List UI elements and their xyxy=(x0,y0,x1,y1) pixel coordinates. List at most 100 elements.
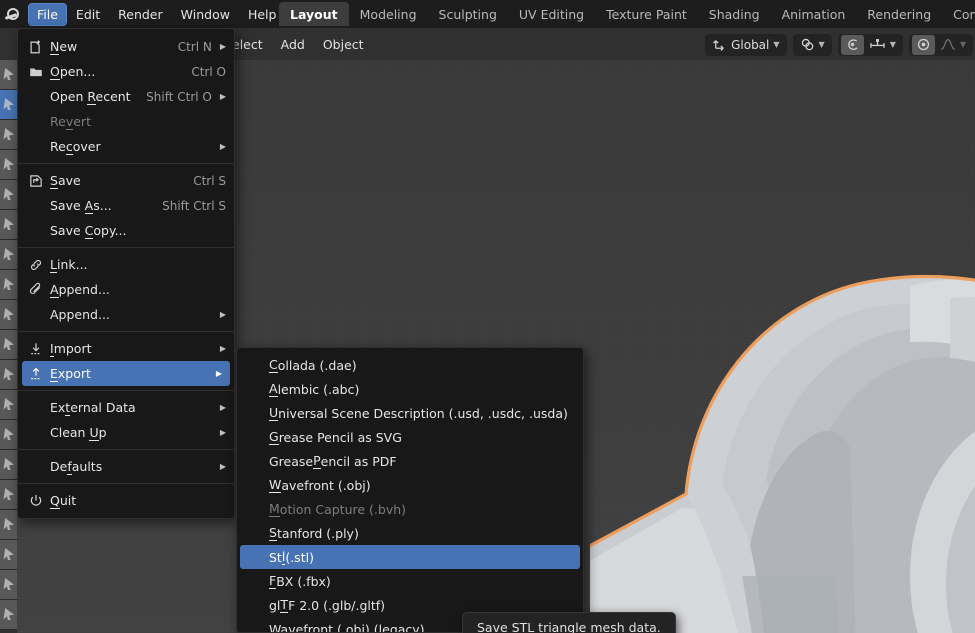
menu-edit[interactable]: Edit xyxy=(68,4,108,25)
tool-extra-7[interactable] xyxy=(0,540,17,570)
magnet-icon xyxy=(801,38,813,51)
viewport-toolbar-strip[interactable] xyxy=(0,60,17,633)
tooltip: Save STL triangle mesh data. xyxy=(462,612,676,633)
tool-move[interactable] xyxy=(0,150,17,180)
no-icon xyxy=(24,87,48,107)
tool-cursor[interactable] xyxy=(0,120,17,150)
file-menu-item-append[interactable]: Append... xyxy=(18,277,234,302)
export-item-stl[interactable]: St l (.stl) xyxy=(240,545,580,569)
proportional-edit-toggle[interactable] xyxy=(840,34,864,55)
tool-select-box[interactable] xyxy=(0,90,17,120)
proportional-object-mode[interactable]: ▼ xyxy=(865,35,900,55)
tool-extra-2[interactable] xyxy=(0,390,17,420)
chevron-right-icon: ▶ xyxy=(215,368,222,378)
file-menu-accel-save-as: Shift Ctrl S xyxy=(162,198,226,213)
tab-uv-editing[interactable]: UV Editing xyxy=(508,2,595,26)
chevron-right-icon: ▶ xyxy=(219,141,226,151)
falloff-type-dropdown[interactable]: ▼ xyxy=(936,35,970,55)
export-item-usd[interactable]: Universal Scene Description (.usd, .usdc… xyxy=(237,401,583,425)
menu-file[interactable]: File xyxy=(28,2,67,26)
file-menu-item-defaults[interactable]: Defaults ▶ xyxy=(18,454,234,479)
file-menu-item-quit[interactable]: Quit xyxy=(18,488,234,513)
tool-scale[interactable] xyxy=(0,210,17,240)
tool-rotate[interactable] xyxy=(0,180,17,210)
file-menu-item-link[interactable]: Link... xyxy=(18,252,234,277)
file-menu-item-clean-up[interactable]: Clean Up ▶ xyxy=(18,420,234,445)
file-menu-item-open-recent[interactable]: Open Recent Shift Ctrl O ▶ xyxy=(18,84,234,109)
chevron-down-icon: ▼ xyxy=(889,39,896,49)
snap-toggle[interactable]: ▼ xyxy=(796,35,829,55)
tool-extra-1[interactable] xyxy=(0,360,17,390)
tool-extra-5[interactable] xyxy=(0,480,17,510)
file-menu-item-data-previews[interactable]: Append... ▶ xyxy=(18,302,234,327)
blender-logo-icon[interactable] xyxy=(2,1,28,27)
file-menu-item-new[interactable]: New Ctrl N ▶ xyxy=(18,34,234,59)
menu-help[interactable]: Help xyxy=(240,4,285,25)
falloff-group[interactable]: ▼ xyxy=(908,33,973,56)
file-menu-item-export[interactable]: Export ▶ xyxy=(22,361,230,386)
export-item-fbx[interactable]: F BX (.fbx) xyxy=(237,569,583,593)
no-icon xyxy=(24,112,48,132)
tool-extra-3[interactable] xyxy=(0,420,17,450)
export-item-stanford-ply[interactable]: Stanford (.ply) xyxy=(237,521,583,545)
file-menu-item-save-copy[interactable]: Save Copy... xyxy=(18,218,234,243)
topbar: File Edit Render Window Help Layout Mode… xyxy=(0,0,975,28)
save-icon xyxy=(24,171,48,191)
tab-texture-paint[interactable]: Texture Paint xyxy=(595,2,698,26)
file-menu-label-link: Link... xyxy=(50,257,88,273)
file-menu-label-open: Open... xyxy=(50,64,96,80)
snapping-group[interactable]: ▼ xyxy=(792,33,832,56)
file-menu-item-recover[interactable]: Recover ▶ xyxy=(18,134,234,159)
transform-orientation-group[interactable]: Global ▼ xyxy=(705,33,787,56)
file-menu-label-quit: Quit xyxy=(50,493,77,509)
export-item-grease-pencil-svg[interactable]: Grease Pencil as SVG xyxy=(237,425,583,449)
menu-render[interactable]: Render xyxy=(110,4,171,25)
file-menu-item-import[interactable]: Import ▶ xyxy=(18,336,234,361)
file-menu-item-save[interactable]: Save Ctrl S xyxy=(18,168,234,193)
file-menu-label-open-recent: Open Recent xyxy=(50,89,131,105)
orientation-axes-icon xyxy=(713,40,724,51)
tool-add-cube[interactable] xyxy=(0,330,17,360)
tool-extra-8[interactable] xyxy=(0,570,17,600)
file-menu-label-save-copy: Save Copy... xyxy=(50,223,127,239)
tab-sculpting[interactable]: Sculpting xyxy=(428,2,508,26)
file-menu-item-open[interactable]: Open... Ctrl O xyxy=(18,59,234,84)
tab-layout[interactable]: Layout xyxy=(279,2,349,26)
chevron-right-icon: ▶ xyxy=(219,41,226,51)
tool-annotate[interactable] xyxy=(0,270,17,300)
export-item-alembic[interactable]: Alembic (.abc) xyxy=(237,377,583,401)
tab-rendering[interactable]: Rendering xyxy=(856,2,942,26)
tab-compositing[interactable]: Comp xyxy=(942,2,975,26)
export-item-grease-pencil-pdf[interactable]: Grease Pencil as PDF xyxy=(237,449,583,473)
chevron-right-icon: ▶ xyxy=(219,402,226,412)
tab-animation[interactable]: Animation xyxy=(771,2,857,26)
viewport-menu-object[interactable]: Object xyxy=(314,37,373,52)
selected-mesh-object[interactable] xyxy=(590,246,975,633)
transform-orientation-dropdown[interactable]: Global ▼ xyxy=(708,35,783,55)
tool-extra-4[interactable] xyxy=(0,450,17,480)
tool-tweak[interactable] xyxy=(0,60,17,90)
file-menu-label-external-data: External Data xyxy=(50,400,136,416)
file-menu-item-external-data[interactable]: External Data ▶ xyxy=(18,395,234,420)
file-menu-label-recover: Recover xyxy=(50,139,101,155)
proportional-edit-group[interactable]: ▼ xyxy=(837,33,903,56)
file-menu-accel-new: Ctrl N xyxy=(177,39,212,54)
tool-transform[interactable] xyxy=(0,240,17,270)
tab-modeling[interactable]: Modeling xyxy=(349,2,428,26)
falloff-toggle[interactable] xyxy=(911,34,935,55)
viewport-header-menus: elect Add Object xyxy=(223,28,373,60)
tool-measure[interactable] xyxy=(0,300,17,330)
tab-shading[interactable]: Shading xyxy=(698,2,771,26)
export-item-motion-capture: Motion Capture (.bvh) xyxy=(269,501,407,517)
menu-window[interactable]: Window xyxy=(173,4,238,25)
export-item-collada[interactable]: Collada (.dae) xyxy=(237,353,583,377)
viewport-menu-add[interactable]: Add xyxy=(272,37,314,52)
tool-extra-6[interactable] xyxy=(0,510,17,540)
file-menu-item-save-as[interactable]: Save As... Shift Ctrl S xyxy=(18,193,234,218)
no-icon xyxy=(24,137,48,157)
export-item-wavefront-obj[interactable]: Wavefront (.obj) xyxy=(237,473,583,497)
link-icon xyxy=(24,255,48,275)
tool-extra-9[interactable] xyxy=(0,600,17,630)
no-icon xyxy=(24,196,48,216)
menu-separator xyxy=(18,247,234,248)
